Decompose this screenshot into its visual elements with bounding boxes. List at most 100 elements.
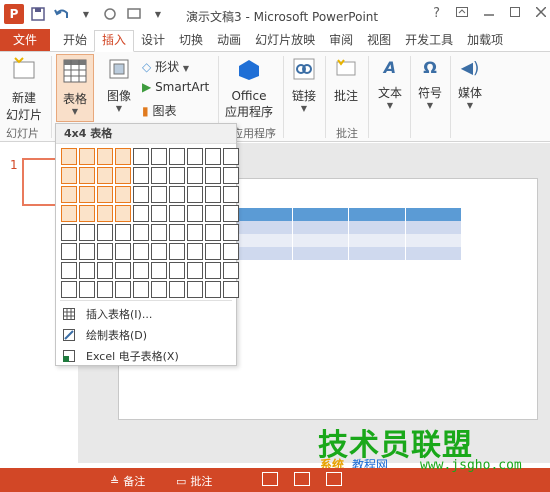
table-grid-cell[interactable] [151,243,167,260]
table-grid-cell[interactable] [133,167,149,184]
table-grid-cell[interactable] [151,148,167,165]
link-button[interactable]: 链接 ▼ [288,58,320,113]
table-grid-cell[interactable] [187,243,203,260]
close-icon[interactable] [535,6,547,21]
table-grid-cell[interactable] [61,281,77,298]
table-grid-cell[interactable] [79,167,95,184]
tab-addins[interactable]: 加载项 [460,31,510,51]
table-grid-cell[interactable] [205,281,221,298]
tab-insert[interactable]: 插入 [94,30,135,52]
restore-icon[interactable] [510,6,520,21]
table-grid-cell[interactable] [169,281,185,298]
table-grid-cell[interactable] [61,205,77,222]
office-apps-button[interactable]: Office 应用程序 [222,58,276,120]
table-grid-cell[interactable] [205,224,221,241]
table-grid-cell[interactable] [97,262,113,279]
table-grid-cell[interactable] [223,281,239,298]
table-grid-cell[interactable] [169,186,185,203]
tab-developer[interactable]: 开发工具 [398,31,460,51]
text-button[interactable]: A 文本 ▼ [374,58,406,110]
chart-button[interactable]: ▮ 图表 [142,102,176,119]
insert-table-menu-item[interactable]: 插入表格(I)... [60,304,232,324]
table-grid-cell[interactable] [223,262,239,279]
tab-home[interactable]: 开始 [56,31,94,51]
comment-button[interactable]: 批注 [330,58,362,104]
table-grid-cell[interactable] [97,186,113,203]
normal-view-icon[interactable] [262,472,278,486]
table-grid-cell[interactable] [169,148,185,165]
excel-spreadsheet-menu-item[interactable]: Excel 电子表格(X) [60,346,232,366]
table-grid-cell[interactable] [61,243,77,260]
shapes-button[interactable]: ◇ 形状 ▼ [142,58,189,75]
tab-view[interactable]: 视图 [360,31,398,51]
table-grid-cell[interactable] [223,224,239,241]
tab-file[interactable]: 文件 [0,29,50,51]
table-grid-cell[interactable] [115,281,131,298]
table-grid-cell[interactable] [79,186,95,203]
table-grid-cell[interactable] [223,205,239,222]
table-button[interactable]: 表格 ▼ [56,54,94,122]
table-grid-cell[interactable] [205,148,221,165]
table-grid-cell[interactable] [133,281,149,298]
table-grid-cell[interactable] [133,243,149,260]
slide-sorter-view-icon[interactable] [294,472,310,486]
table-grid-cell[interactable] [115,205,131,222]
table-grid-cell[interactable] [223,148,239,165]
table-grid-cell[interactable] [115,262,131,279]
table-grid-cell[interactable] [97,167,113,184]
table-grid-cell[interactable] [151,186,167,203]
table-grid-cell[interactable] [97,148,113,165]
save-icon[interactable] [28,4,48,24]
slideshow-from-start-icon[interactable] [124,4,144,24]
table-grid-cell[interactable] [133,148,149,165]
table-grid-cell[interactable] [187,148,203,165]
table-grid-cell[interactable] [187,167,203,184]
table-grid-cell[interactable] [97,205,113,222]
undo-icon[interactable] [52,4,72,24]
tab-review[interactable]: 审阅 [322,31,360,51]
table-grid-cell[interactable] [169,262,185,279]
table-grid-cell[interactable] [61,167,77,184]
smartart-button[interactable]: ▶ SmartArt [142,80,209,94]
comments-button[interactable]: ▭ 批注 [176,473,212,489]
table-grid-cell[interactable] [205,205,221,222]
reading-view-icon[interactable] [326,472,342,486]
help-icon[interactable]: ? [433,6,440,21]
table-grid-cell[interactable] [79,148,95,165]
redo-icon[interactable] [100,4,120,24]
table-grid-cell[interactable] [61,148,77,165]
table-grid-cell[interactable] [223,243,239,260]
table-grid-cell[interactable] [115,167,131,184]
table-grid-cell[interactable] [169,167,185,184]
notes-button[interactable]: ≜ 备注 [110,473,145,489]
table-grid-cell[interactable] [115,243,131,260]
customize-qat-icon[interactable]: ▼ [148,4,168,24]
table-grid-cell[interactable] [151,224,167,241]
table-grid-cell[interactable] [97,224,113,241]
table-grid-cell[interactable] [187,205,203,222]
table-grid-cell[interactable] [223,167,239,184]
tab-design[interactable]: 设计 [134,31,172,51]
table-grid-cell[interactable] [205,186,221,203]
table-grid-cell[interactable] [169,205,185,222]
table-grid-cell[interactable] [133,205,149,222]
table-grid-cell[interactable] [187,262,203,279]
table-grid-cell[interactable] [187,281,203,298]
table-grid-cell[interactable] [151,281,167,298]
image-button[interactable]: 图像 ▼ [102,58,136,113]
table-grid-cell[interactable] [205,243,221,260]
table-grid-cell[interactable] [187,186,203,203]
tab-animations[interactable]: 动画 [210,31,248,51]
media-button[interactable]: ◀) 媒体 ▼ [454,58,486,110]
table-grid-cell[interactable] [151,205,167,222]
table-grid-cell[interactable] [133,224,149,241]
minimize-icon[interactable] [484,6,494,21]
undo-dropdown-icon[interactable]: ▼ [76,4,96,24]
tab-transitions[interactable]: 切换 [172,31,210,51]
table-grid-cell[interactable] [79,224,95,241]
table-grid-cell[interactable] [223,186,239,203]
table-grid-cell[interactable] [151,167,167,184]
table-grid-cell[interactable] [205,262,221,279]
table-grid-cell[interactable] [79,262,95,279]
table-grid-cell[interactable] [115,148,131,165]
